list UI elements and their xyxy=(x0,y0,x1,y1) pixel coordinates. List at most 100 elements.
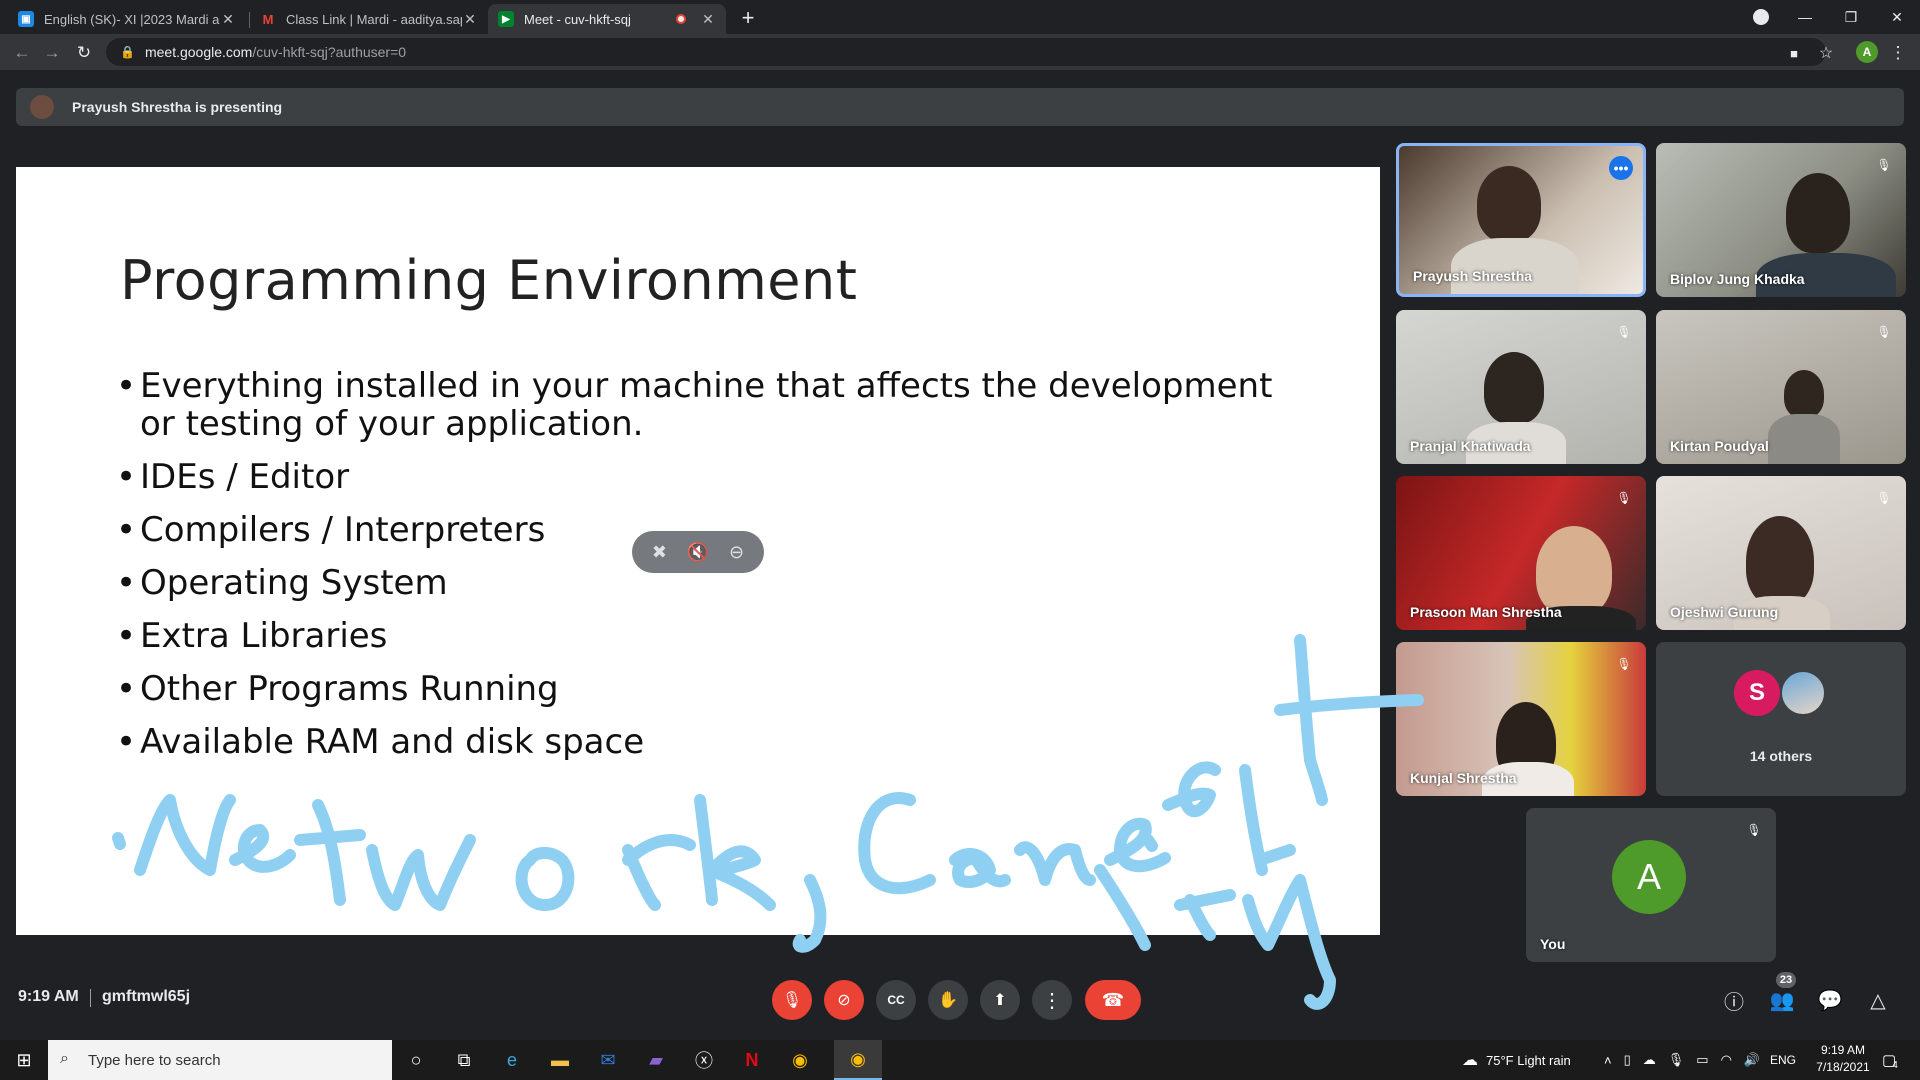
weather-widget[interactable]: ☁ 75°F Light rain xyxy=(1462,1040,1571,1080)
weather-text: 75°F Light rain xyxy=(1486,1052,1571,1068)
chat-button[interactable]: 💬 xyxy=(1814,984,1846,1016)
mic-toggle-button[interactable]: 🎙 xyxy=(772,980,812,1020)
browser-tab-strip: ▣ English (SK)- XI |2023 Mardi and ✕ M C… xyxy=(0,0,1920,34)
back-icon[interactable]: ← xyxy=(10,41,34,65)
slide-bullet: IDEs / Editor xyxy=(116,458,1296,496)
self-name: You xyxy=(1540,936,1566,952)
bookmark-star-icon[interactable]: ☆ xyxy=(1814,41,1838,65)
participant-tile[interactable]: 🎙 Kirtan Poudyal xyxy=(1656,310,1906,464)
participant-tile[interactable]: 🎙 Prasoon Man Shrestha xyxy=(1396,476,1646,630)
mail-icon[interactable]: ✉ xyxy=(584,1040,632,1080)
activities-button[interactable]: △ xyxy=(1862,984,1894,1016)
participant-name: Ojeshwi Gurung xyxy=(1670,604,1779,620)
task-view-icon[interactable]: ⧉ xyxy=(440,1040,488,1080)
restore-icon[interactable]: ❐ xyxy=(1828,0,1874,34)
mic-off-icon: 🎙 xyxy=(1746,823,1762,837)
raise-hand-button[interactable]: ✋ xyxy=(928,980,968,1020)
taskbar-search-box[interactable]: ⌕ Type here to search xyxy=(48,1040,392,1080)
device-icon[interactable]: ▯ xyxy=(1624,1052,1631,1068)
notification-count: 4 xyxy=(1892,1059,1898,1071)
app-icon[interactable]: ▰ xyxy=(632,1040,680,1080)
forward-icon[interactable]: → xyxy=(40,41,64,65)
xbox-icon[interactable]: ⓧ xyxy=(680,1040,728,1080)
volume-icon[interactable]: 🔊 xyxy=(1744,1052,1760,1068)
more-options-button[interactable]: ⋮ xyxy=(1032,980,1072,1020)
meeting-details-button[interactable]: ⓘ xyxy=(1718,984,1750,1016)
more-options-icon[interactable]: ••• xyxy=(1609,156,1633,180)
action-center-icon[interactable]: ▢ 4 xyxy=(1882,1040,1898,1080)
people-button[interactable]: 👥 xyxy=(1766,984,1798,1016)
window-close-icon[interactable]: ✕ xyxy=(1874,0,1920,34)
hang-up-icon: ☎ xyxy=(1101,989,1125,1010)
camera-off-icon: ⊘ xyxy=(837,992,851,1009)
close-icon[interactable]: ✕ xyxy=(700,11,716,28)
mic-off-icon: 🎙 xyxy=(1616,491,1632,505)
others-tile[interactable]: S 14 others xyxy=(1656,642,1906,796)
profile-avatar[interactable]: A xyxy=(1856,41,1878,63)
input-language[interactable]: ENG xyxy=(1770,1040,1796,1080)
chat-icon: 💬 xyxy=(1817,989,1843,1012)
windows-start-icon[interactable]: ⊞ xyxy=(0,1040,48,1080)
mic-off-icon: 🎙 xyxy=(1876,158,1892,172)
file-explorer-icon[interactable]: ▬ xyxy=(536,1040,584,1080)
slide-bullet: Extra Libraries xyxy=(116,617,1296,655)
tab-title: Meet - cuv-hkft-sqj xyxy=(524,11,631,27)
chrome-active-icon[interactable]: ◉ xyxy=(834,1040,882,1080)
taskbar-clock[interactable]: 9:19 AM 7/18/2021 xyxy=(1808,1042,1878,1078)
close-icon[interactable]: ✕ xyxy=(462,11,478,28)
participant-tile[interactable]: ••• Prayush Shrestha xyxy=(1396,143,1646,297)
presenting-banner: Prayush Shrestha is presenting xyxy=(16,88,1904,126)
remove-icon[interactable]: ⊖ xyxy=(729,542,744,563)
tab-classroom[interactable]: ▣ English (SK)- XI |2023 Mardi and ✕ xyxy=(8,4,246,34)
microphone-icon[interactable]: 🎙 xyxy=(1668,1052,1685,1068)
camera-toggle-button[interactable]: ⊘ xyxy=(824,980,864,1020)
close-icon[interactable]: ✕ xyxy=(220,11,236,28)
captions-icon: CC xyxy=(887,993,905,1007)
netflix-icon[interactable]: N xyxy=(728,1040,776,1080)
captions-button[interactable]: CC xyxy=(876,980,916,1020)
tab-search-icon[interactable] xyxy=(1738,0,1784,34)
participant-tile[interactable]: 🎙 Biplov Jung Khadka xyxy=(1656,143,1906,297)
system-tray-icons: ˄ ▯ ☁ 🎙 ▭ ◠ 🔊 xyxy=(1604,1040,1760,1080)
taskbar-date: 7/18/2021 xyxy=(1816,1060,1870,1074)
classroom-icon: ▣ xyxy=(18,11,34,27)
battery-icon[interactable]: ▭ xyxy=(1696,1052,1708,1068)
mic-off-icon: 🎙 xyxy=(1616,657,1632,671)
lock-icon: 🔒 xyxy=(120,45,135,59)
camera-in-use-icon[interactable]: ■ xyxy=(1782,41,1806,65)
mute-audio-icon[interactable]: 🔇 xyxy=(687,542,709,563)
info-icon: ⓘ xyxy=(1724,991,1744,1014)
minimize-icon[interactable]: — xyxy=(1782,0,1828,34)
chevron-up-icon[interactable]: ˄ xyxy=(1604,1053,1612,1068)
mic-off-icon: 🎙 xyxy=(1876,491,1892,505)
unpin-icon[interactable]: ✖ xyxy=(652,542,667,563)
reload-icon[interactable]: ↻ xyxy=(72,41,96,65)
present-button[interactable]: ⬆ xyxy=(980,980,1020,1020)
slide-bullet: Everything installed in your machine tha… xyxy=(116,367,1296,443)
recording-icon xyxy=(676,14,686,24)
others-avatar: S xyxy=(1734,670,1780,716)
address-bar[interactable]: 🔒 meet.google.com/cuv-hkft-sqj?authuser=… xyxy=(106,38,1826,66)
presenter-tile-controls: ✖ 🔇 ⊖ xyxy=(632,531,764,573)
leave-call-button[interactable]: ☎ xyxy=(1085,980,1141,1020)
wifi-icon[interactable]: ◠ xyxy=(1721,1052,1732,1068)
self-tile[interactable]: A 🎙 You xyxy=(1526,808,1776,962)
participant-name: Prasoon Man Shrestha xyxy=(1410,604,1562,620)
participant-name: Kunjal Shrestha xyxy=(1410,770,1517,786)
browser-menu-icon[interactable]: ⋮ xyxy=(1886,41,1910,65)
participant-tile[interactable]: 🎙 Kunjal Shrestha xyxy=(1396,642,1646,796)
new-tab-icon[interactable]: + xyxy=(736,5,760,30)
tab-title: English (SK)- XI |2023 Mardi and xyxy=(44,11,220,27)
tab-gmail[interactable]: M Class Link | Mardi - aaditya.sapko ✕ xyxy=(250,4,488,34)
cortana-icon[interactable]: ○ xyxy=(392,1040,440,1080)
people-count-badge: 23 xyxy=(1776,972,1796,988)
present-screen-icon: ⬆ xyxy=(993,992,1007,1009)
edge-icon[interactable]: e xyxy=(488,1040,536,1080)
participant-tile[interactable]: 🎙 Pranjal Khatiwada xyxy=(1396,310,1646,464)
tab-title: Class Link | Mardi - aaditya.sapko xyxy=(286,11,462,27)
onedrive-icon[interactable]: ☁ xyxy=(1643,1052,1656,1068)
self-avatar: A xyxy=(1612,840,1686,914)
chrome-icon[interactable]: ◉ xyxy=(776,1040,824,1080)
participant-tile[interactable]: 🎙 Ojeshwi Gurung xyxy=(1656,476,1906,630)
tab-meet[interactable]: ▶ Meet - cuv-hkft-sqj ✕ xyxy=(488,4,726,34)
